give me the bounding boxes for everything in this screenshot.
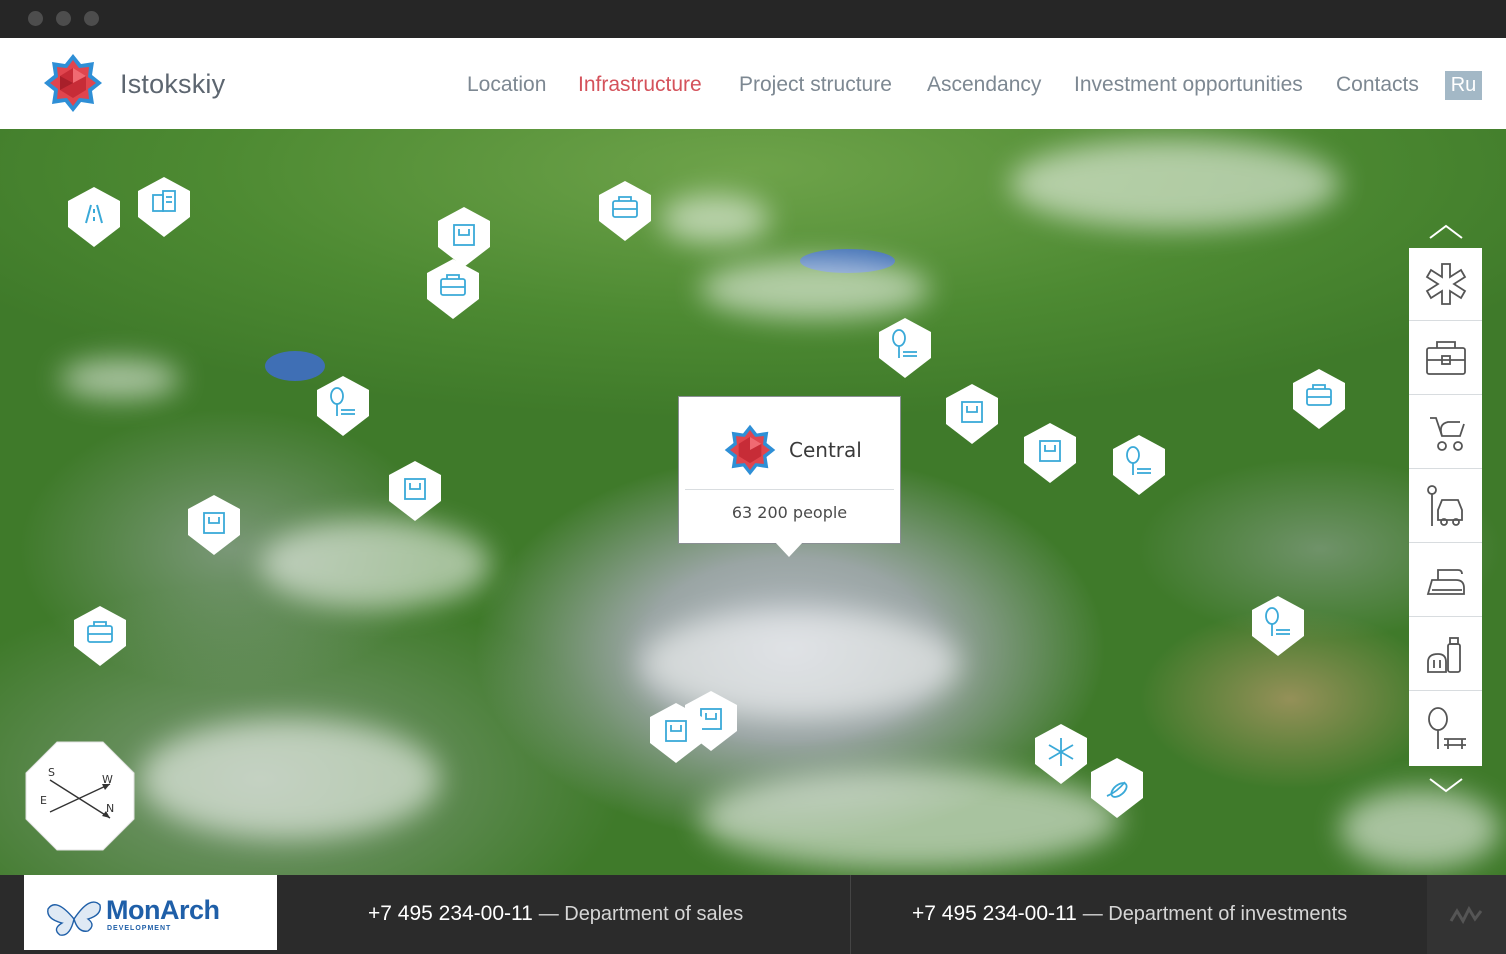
shop-pin[interactable]: [1022, 421, 1078, 485]
nav-ascendancy[interactable]: Ascendancy: [927, 73, 1041, 97]
district-logo-icon: [724, 424, 776, 476]
cloud: [260, 519, 490, 609]
site-header: Istokskiy Location Infrastructure Projec…: [0, 38, 1506, 129]
cloud: [660, 194, 770, 244]
road-pin[interactable]: [66, 185, 122, 249]
investments-contact: +7 495 234-00-11 — Department of investm…: [912, 902, 1347, 926]
business-center-pin[interactable]: [136, 175, 192, 239]
shop-pin[interactable]: [186, 493, 242, 557]
services-pin[interactable]: [1089, 756, 1145, 820]
window-titlebar: [0, 0, 1506, 38]
services-icon: [1426, 569, 1465, 595]
cloud: [700, 259, 930, 319]
school-pin[interactable]: [1291, 367, 1347, 431]
shop-pin[interactable]: [944, 382, 1000, 446]
school-pin[interactable]: [597, 179, 653, 243]
monarch-butterfly-icon: [47, 901, 101, 936]
language-switch-button[interactable]: Ru: [1445, 71, 1482, 100]
compass-north-label: N: [106, 802, 115, 815]
kindergarten-icon: [1429, 417, 1465, 451]
monarch-name-text: MonArch: [106, 895, 220, 925]
monarch-name: MonArch: [106, 895, 220, 926]
filter-services[interactable]: [1409, 544, 1482, 617]
filter-parking[interactable]: [1409, 470, 1482, 543]
developer-credit[interactable]: [1427, 875, 1506, 954]
investments-phone[interactable]: +7 495 234-00-11: [912, 902, 1077, 925]
shop-pin[interactable]: [387, 459, 443, 523]
istokskiy-logo-icon[interactable]: [42, 52, 104, 114]
school-pin[interactable]: [425, 257, 481, 321]
footer-divider: [850, 875, 851, 954]
sales-desc: — Department of sales: [538, 903, 744, 925]
chevron-down-icon[interactable]: [1428, 775, 1464, 795]
compass-east-label: E: [40, 794, 47, 807]
nav-project-structure[interactable]: Project structure: [739, 73, 892, 97]
park-pin[interactable]: [1250, 594, 1306, 658]
map-compass[interactable]: S W E N: [24, 740, 136, 852]
nav-contacts[interactable]: Contacts: [1336, 73, 1419, 97]
infrastructure-filter-bar: [1409, 248, 1482, 766]
filter-medical[interactable]: [1409, 248, 1482, 321]
maximize-window-button[interactable]: [84, 11, 99, 26]
cloud: [60, 359, 180, 399]
sales-contact: +7 495 234-00-11 — Department of sales: [368, 902, 743, 926]
district-population: 63 200 people: [731, 503, 848, 522]
park-pin[interactable]: [1111, 433, 1167, 497]
food-store-icon: [1426, 637, 1461, 673]
filter-kindergarten[interactable]: [1409, 396, 1482, 469]
park-icon: [1427, 706, 1466, 749]
nav-investment-opportunities[interactable]: Investment opportunities: [1074, 73, 1303, 97]
monarch-subtitle: DEVELOPMENT: [107, 925, 172, 932]
park-pin[interactable]: [315, 374, 371, 438]
popup-divider: [685, 489, 894, 490]
nav-location[interactable]: Location: [467, 73, 546, 97]
investments-desc: — Department of investments: [1082, 903, 1348, 925]
filter-school[interactable]: [1409, 322, 1482, 395]
district-name: Central: [789, 438, 862, 462]
school-icon: [1425, 341, 1466, 375]
nav-infrastructure[interactable]: Infrastructure: [578, 73, 702, 97]
cloud: [1340, 789, 1500, 869]
chevron-up-icon[interactable]: [1428, 222, 1464, 242]
medical-pin[interactable]: [1033, 722, 1089, 786]
monarch-logo[interactable]: MonArch DEVELOPMENT: [24, 875, 277, 950]
parking-icon: [1426, 485, 1463, 526]
medical-icon: [1425, 263, 1466, 305]
developer-logo-icon: [1449, 905, 1483, 925]
district-popup[interactable]: Central 63 200 people: [678, 396, 901, 544]
sales-phone[interactable]: +7 495 234-00-11: [368, 902, 533, 925]
cloud: [1010, 139, 1340, 229]
brand-name[interactable]: Istokskiy: [120, 69, 225, 100]
filter-park[interactable]: [1409, 692, 1482, 765]
filter-food-store[interactable]: [1409, 618, 1482, 691]
minimize-window-button[interactable]: [56, 11, 71, 26]
compass-south-label: S: [48, 766, 55, 779]
popup-pointer: [774, 541, 804, 557]
site-footer: MonArch DEVELOPMENT +7 495 234-00-11 — D…: [0, 875, 1506, 954]
close-window-button[interactable]: [28, 11, 43, 26]
park-pin[interactable]: [877, 316, 933, 380]
school-pin[interactable]: [72, 604, 128, 668]
compass-west-label: W: [102, 773, 113, 786]
shop-pin[interactable]: [648, 701, 704, 765]
cloud: [140, 719, 440, 839]
